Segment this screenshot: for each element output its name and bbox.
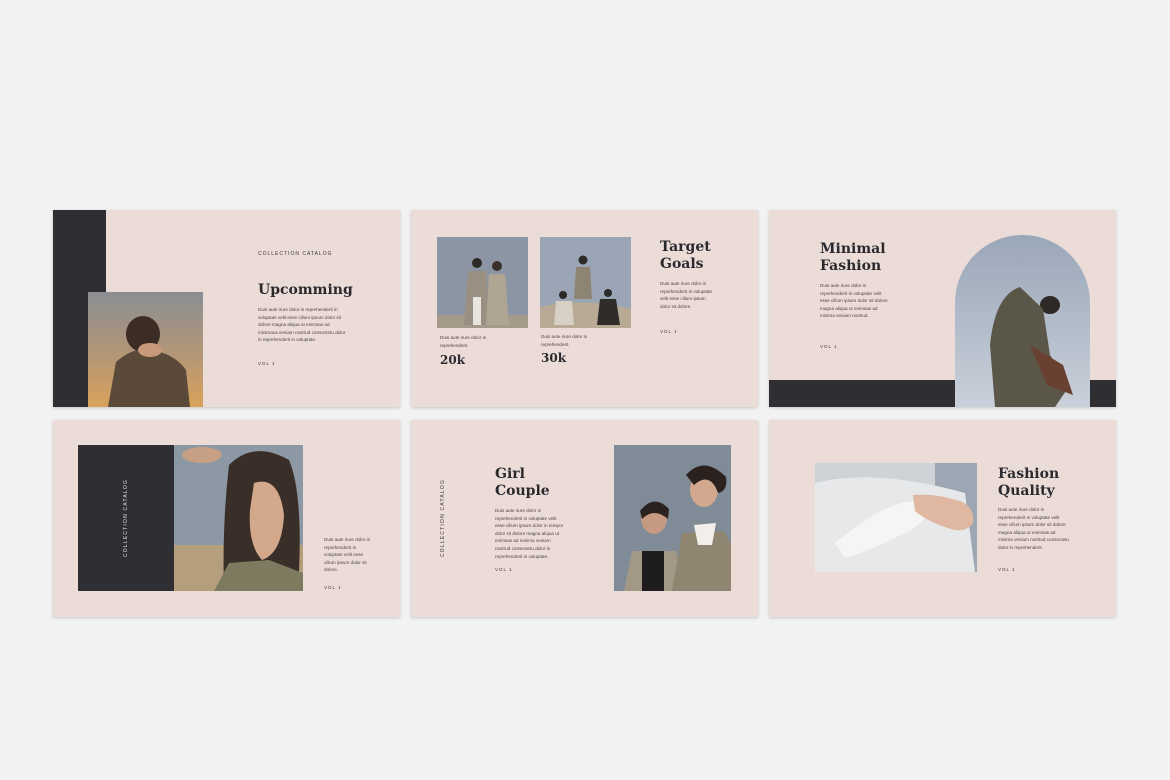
stat-2-caption: Duis aute irure dolor in reprehenderit. [541, 334, 588, 347]
volume-label: VOL 1 [820, 344, 838, 349]
slide-upcomming[interactable]: COLLECTION CATALOG Upcomming Duis aute i… [53, 210, 400, 407]
photo-arch-person-jacket [955, 235, 1090, 407]
slide-body-text: Duis aute irure dolor in reprehenderit i… [820, 283, 888, 319]
stat-2-value: 30k [541, 351, 567, 365]
photo-group-on-rocks [540, 237, 631, 328]
volume-label: VOL 1 [998, 567, 1016, 572]
volume-label: VOL 1 [495, 567, 513, 572]
volume-label: VOL 1 [324, 585, 342, 590]
slide-title: Fashion Quality [998, 466, 1060, 499]
photo-two-women [614, 445, 731, 591]
photo-two-people-coats [437, 237, 528, 328]
vertical-collection-catalog: COLLECTION CATALOG [123, 478, 129, 558]
stat-1-value: 20k [440, 353, 466, 367]
slide-target-goals[interactable]: Target Goals Duis aute irure dolor in re… [411, 210, 758, 407]
slide-catalog-portrait[interactable]: COLLECTION CATALOG Duis aute irure dolor… [53, 420, 400, 617]
photo-person-hands-on-head [88, 292, 203, 407]
slide-body-text: Duis aute irure dolor in reprehenderit i… [660, 281, 713, 309]
vertical-collection-catalog: COLLECTION CATALOG [440, 478, 446, 558]
volume-label: VOL 1 [258, 361, 276, 366]
slide-fashion-quality[interactable]: Fashion Quality Duis aute irure dolor in… [769, 420, 1116, 617]
kicker-collection-catalog: COLLECTION CATALOG [258, 251, 333, 257]
stat-1-caption: Duis aute irure dolor in reprehenderit. [440, 335, 487, 348]
slide-title: Upcomming [258, 282, 353, 298]
slide-body-text: Duis aute irure dolor in reprehenderit i… [324, 537, 371, 573]
slide-title: Minimal Fashion [820, 241, 886, 274]
slide-body-text: Duis aute irure dolor in reprehenderit i… [258, 307, 346, 343]
slide-girl-couple[interactable]: COLLECTION CATALOG Girl Couple Duis aute… [411, 420, 758, 617]
slide-title: Girl Couple [495, 466, 550, 499]
photo-portrait-long-hair [174, 445, 303, 591]
slide-minimal-fashion[interactable]: Minimal Fashion Duis aute irure dolor in… [769, 210, 1116, 407]
slide-body-text: Duis aute irure dolor in reprehenderit i… [998, 507, 1069, 550]
slide-title: Target Goals [660, 239, 711, 272]
photo-hand-fabric [815, 463, 977, 572]
slide-body-text: Duis aute irure dolor in reprehenderit i… [495, 508, 564, 559]
volume-label: VOL 1 [660, 329, 678, 334]
